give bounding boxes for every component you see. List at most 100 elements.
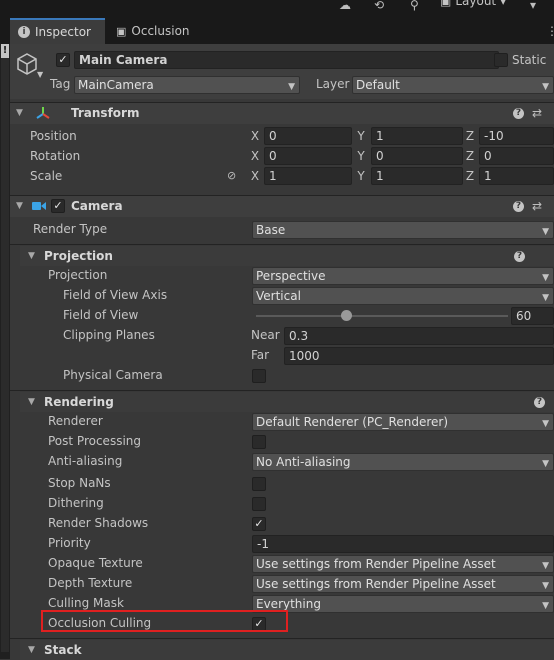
layout-dropdown[interactable]: ▣ Layout ▾ xyxy=(440,0,506,8)
post-processing-checkbox[interactable] xyxy=(252,435,266,449)
axis-y-label[interactable]: Y xyxy=(356,147,366,165)
chevron-down-icon: ▼ xyxy=(542,82,549,92)
position-z-field[interactable]: -10 xyxy=(479,127,554,145)
anti-aliasing-label: Anti-aliasing xyxy=(48,454,123,468)
chevron-down-icon: ▼ xyxy=(542,601,549,611)
transform-rotation-row: Rotation X 0 Y 0 Z 0 xyxy=(10,147,554,167)
static-checkbox[interactable] xyxy=(494,53,508,67)
priority-field[interactable]: -1 xyxy=(252,535,554,553)
renderer-dropdown[interactable]: Default Renderer (PC_Renderer) ▼ xyxy=(252,413,554,431)
cloud-icon[interactable]: ☁ xyxy=(339,0,351,14)
far-field[interactable]: 1000 xyxy=(284,347,554,365)
more-icon[interactable]: ▾ xyxy=(530,0,536,14)
stop-nans-checkbox[interactable] xyxy=(252,477,266,491)
preset-settings-icon[interactable]: ⇄ xyxy=(532,197,542,215)
projection-dropdown[interactable]: Perspective ▼ xyxy=(252,267,554,285)
position-x-field[interactable]: 0 xyxy=(264,127,352,145)
row-label: Scale xyxy=(30,169,63,183)
renderer-label: Renderer xyxy=(48,414,103,428)
fov-field[interactable]: 60 xyxy=(511,307,554,325)
help-icon[interactable]: ? xyxy=(514,251,525,262)
constrain-proportions-icon[interactable]: ⊘ xyxy=(227,167,236,185)
axis-x-label[interactable]: X xyxy=(250,147,260,165)
tab-label: Inspector xyxy=(35,25,91,39)
layout-icon: ▣ xyxy=(440,0,452,8)
tag-dropdown[interactable]: MainCamera ▼ xyxy=(74,76,300,94)
active-checkbox[interactable]: ✓ xyxy=(56,53,70,67)
tab-inspector[interactable]: i Inspector xyxy=(10,18,105,44)
far-label: Far xyxy=(251,348,270,362)
depth-texture-dropdown[interactable]: Use settings from Render Pipeline Asset … xyxy=(252,575,554,593)
rotation-y-field[interactable]: 0 xyxy=(371,147,463,165)
axis-z-label[interactable]: Z xyxy=(465,167,475,185)
culling-mask-dropdown[interactable]: Everything ▼ xyxy=(252,595,554,613)
fov-axis-dropdown[interactable]: Vertical ▼ xyxy=(252,287,554,305)
scale-y-field[interactable]: 1 xyxy=(371,167,463,185)
chevron-down-icon: ▼ xyxy=(28,645,35,655)
stack-header[interactable]: ▼ Stack xyxy=(20,640,554,660)
scale-x-field[interactable]: 1 xyxy=(264,167,352,185)
row-label: Rotation xyxy=(30,149,81,163)
help-icon[interactable]: ? xyxy=(513,201,524,212)
kebab-menu-icon[interactable]: ⋮ xyxy=(546,22,554,40)
anti-aliasing-dropdown[interactable]: No Anti-aliasing ▼ xyxy=(252,453,554,471)
chevron-down-icon[interactable]: ▼ xyxy=(37,70,43,79)
near-field[interactable]: 0.3 xyxy=(284,327,554,345)
projection-header[interactable]: ▼ Projection ? xyxy=(20,246,554,266)
object-name-field[interactable]: Main Camera xyxy=(74,51,499,69)
opaque-texture-dropdown[interactable]: Use settings from Render Pipeline Asset … xyxy=(252,555,554,573)
chevron-down-icon: ▼ xyxy=(542,561,549,571)
render-shadows-checkbox[interactable]: ✓ xyxy=(252,517,266,531)
clipping-planes-label: Clipping Planes xyxy=(63,328,155,342)
chevron-down-icon: ▼ xyxy=(542,227,549,237)
axis-y-label[interactable]: Y xyxy=(356,167,366,185)
top-toolbar: ☁ ⟲ ⚲ ▣ Layout ▾ ▾ xyxy=(0,0,554,18)
info-icon: i xyxy=(18,26,30,38)
scale-z-field[interactable]: 1 xyxy=(479,167,554,185)
chevron-down-icon: ▼ xyxy=(542,419,549,429)
chevron-down-icon: ▼ xyxy=(28,251,35,261)
fov-slider-track[interactable] xyxy=(256,315,508,317)
camera-icon xyxy=(32,202,46,210)
axis-x-label[interactable]: X xyxy=(250,167,260,185)
opaque-texture-value: Use settings from Render Pipeline Asset xyxy=(256,557,496,571)
transform-position-row: Position X 0 Y 1 Z -10 xyxy=(10,127,554,147)
rotation-x-field[interactable]: 0 xyxy=(264,147,352,165)
layer-value: Default xyxy=(356,78,400,92)
chevron-down-icon: ▾ xyxy=(500,0,507,8)
post-processing-label: Post Processing xyxy=(48,434,141,448)
history-icon[interactable]: ⟲ xyxy=(374,0,384,14)
projection-label: Projection xyxy=(48,268,108,282)
chevron-down-icon: ▼ xyxy=(542,293,549,303)
camera-enabled-checkbox[interactable]: ✓ xyxy=(51,199,65,213)
anti-aliasing-value: No Anti-aliasing xyxy=(256,455,351,469)
rotation-z-field[interactable]: 0 xyxy=(479,147,554,165)
help-icon[interactable]: ? xyxy=(513,108,524,119)
chevron-down-icon: ▼ xyxy=(542,273,549,283)
section-title: Rendering xyxy=(44,395,114,409)
rendering-header[interactable]: ▼ Rendering ? xyxy=(20,392,554,412)
fov-label: Field of View xyxy=(63,308,139,322)
warning-icon: ! xyxy=(1,44,9,58)
axis-x-label[interactable]: X xyxy=(250,127,260,145)
axis-z-label[interactable]: Z xyxy=(465,127,475,145)
help-icon[interactable]: ? xyxy=(534,397,545,408)
physical-camera-checkbox[interactable] xyxy=(252,369,266,383)
search-icon[interactable]: ⚲ xyxy=(410,0,419,14)
layer-dropdown[interactable]: Default ▼ xyxy=(352,76,554,94)
preset-settings-icon[interactable]: ⇄ xyxy=(532,104,542,122)
render-type-dropdown[interactable]: Base ▼ xyxy=(252,221,554,239)
position-y-field[interactable]: 1 xyxy=(371,127,463,145)
axis-z-label[interactable]: Z xyxy=(465,147,475,165)
transform-header[interactable]: ▼ Transform ? ⇄ xyxy=(10,102,554,124)
dithering-checkbox[interactable] xyxy=(252,497,266,511)
chevron-down-icon: ▼ xyxy=(16,108,23,118)
dithering-label: Dithering xyxy=(48,496,104,510)
transform-icon xyxy=(36,107,50,119)
projection-value: Perspective xyxy=(256,269,326,283)
scrollbar[interactable] xyxy=(1,52,9,652)
fov-slider-thumb[interactable] xyxy=(341,310,353,321)
camera-header[interactable]: ▼ ✓ Camera ? ⇄ xyxy=(10,195,554,217)
axis-y-label[interactable]: Y xyxy=(356,127,366,145)
tab-occlusion[interactable]: ▣ Occlusion xyxy=(116,18,216,44)
